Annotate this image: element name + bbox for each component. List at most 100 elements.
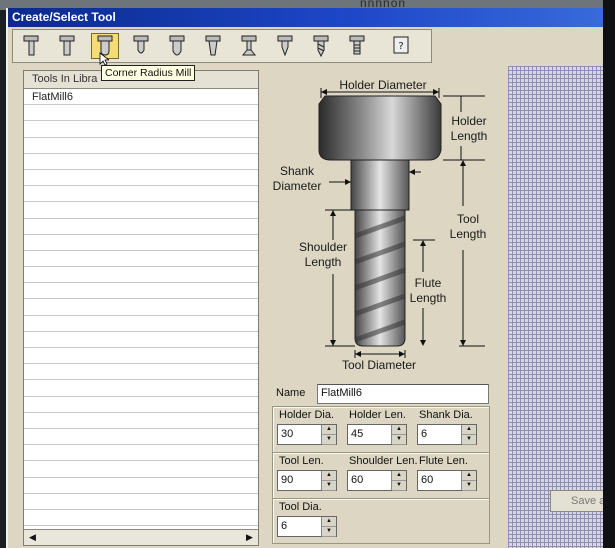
holder-len-label: Holder Len. [349, 409, 406, 421]
shoulder-len-label: Shoulder Len. [349, 455, 418, 467]
custom-tool-button[interactable]: ? [387, 33, 415, 59]
spin-up-icon[interactable]: ▲ [322, 425, 336, 435]
tool-dia-stepper[interactable]: ▲ ▼ [321, 517, 336, 537]
tool-type-toolbar: ? [12, 29, 432, 63]
library-row-empty [24, 397, 258, 413]
tool-dia-label: Tool Dia. [279, 501, 322, 513]
engraving-tool-button[interactable] [271, 33, 299, 59]
library-row-empty [24, 105, 258, 122]
library-row-empty [24, 283, 258, 300]
tool-dimension-diagram: Holder Diameter Holder Length Shank Diam… [263, 68, 503, 378]
spin-down-icon[interactable]: ▼ [392, 481, 406, 491]
shank-diameter-label: Shank Diameter [272, 164, 322, 193]
drill-icon [313, 35, 329, 57]
library-horizontal-scrollbar[interactable]: ◀ ▶ [24, 529, 258, 545]
spin-down-icon[interactable]: ▼ [462, 481, 476, 491]
name-label: Name [276, 387, 306, 399]
library-row-empty [24, 461, 258, 478]
scroll-right-icon[interactable]: ▶ [243, 531, 256, 543]
library-row-empty [24, 219, 258, 235]
library-row-empty [24, 154, 258, 170]
tool-name-input[interactable]: FlatMill6 [317, 384, 489, 404]
library-row-empty [24, 413, 258, 429]
taper-mill-icon [205, 35, 221, 56]
custom-tool-icon: ? [393, 36, 409, 54]
flute-len-stepper[interactable]: ▲ ▼ [461, 471, 476, 491]
tool-dia-spinner[interactable]: 6 ▲ ▼ [277, 516, 337, 537]
shank-dia-spinner[interactable]: 6 ▲ ▼ [417, 424, 477, 445]
dialog-title[interactable]: Create/Select Tool [8, 8, 615, 27]
tool-length-label: Tool Length [449, 212, 487, 241]
holder-dia-label: Holder Dia. [279, 409, 335, 421]
library-row-empty [24, 380, 258, 397]
ball-mill-button[interactable] [127, 33, 155, 59]
library-row-empty [24, 121, 258, 138]
library-row-empty [24, 235, 258, 251]
flute-len-spinner[interactable]: 60 ▲ ▼ [417, 470, 477, 491]
engraving-tool-icon [277, 35, 293, 57]
spin-down-icon[interactable]: ▼ [462, 435, 476, 445]
tool-len-label: Tool Len. [279, 455, 324, 467]
shoulder-len-value: 60 [351, 474, 364, 486]
spin-up-icon[interactable]: ▲ [462, 425, 476, 435]
shoulder-len-spinner[interactable]: 60 ▲ ▼ [347, 470, 407, 491]
tool-library-list[interactable]: Tools In Libra FlatMill6 ◀ ▶ [23, 70, 259, 546]
flute-len-label: Flute Len. [419, 455, 468, 467]
library-row-empty [24, 332, 258, 348]
library-row-empty [24, 364, 258, 381]
bull-mill-button[interactable] [163, 33, 191, 59]
shoulder-len-stepper[interactable]: ▲ ▼ [391, 471, 406, 491]
flat-mill-2-icon [59, 35, 75, 56]
shank-dia-label: Shank Dia. [419, 409, 473, 421]
holder-length-label: Holder Length [450, 114, 488, 143]
screen-edge [603, 0, 615, 548]
holder-dia-stepper[interactable]: ▲ ▼ [321, 425, 336, 445]
holder-len-spinner[interactable]: 45 ▲ ▼ [347, 424, 407, 445]
spin-up-icon[interactable]: ▲ [392, 425, 406, 435]
spin-down-icon[interactable]: ▼ [322, 527, 336, 537]
library-row-empty [24, 348, 258, 365]
spin-up-icon[interactable]: ▲ [392, 471, 406, 481]
scroll-left-icon[interactable]: ◀ [26, 531, 39, 543]
holder-len-value: 45 [351, 428, 364, 440]
shank-dia-stepper[interactable]: ▲ ▼ [461, 425, 476, 445]
flat-mill-2-button[interactable] [53, 33, 81, 59]
svg-text:?: ? [398, 41, 403, 52]
create-select-tool-dialog: Create/Select Tool ? Corner Radius Mill … [6, 8, 615, 548]
library-row-empty [24, 478, 258, 494]
spin-down-icon[interactable]: ▼ [392, 435, 406, 445]
library-row-empty [24, 170, 258, 187]
spin-down-icon[interactable]: ▼ [322, 481, 336, 491]
ball-mill-icon [133, 35, 149, 54]
shank-dia-value: 6 [421, 428, 428, 440]
flute-length-label: Flute Length [409, 276, 447, 305]
tool-diameter-label: Tool Diameter [341, 358, 417, 372]
holder-dia-spinner[interactable]: 30 ▲ ▼ [277, 424, 337, 445]
library-item[interactable]: FlatMill6 [24, 89, 258, 106]
library-row-empty [24, 429, 258, 446]
library-row-empty [24, 202, 258, 219]
tool-len-stepper[interactable]: ▲ ▼ [321, 471, 336, 491]
spin-up-icon[interactable]: ▲ [322, 517, 336, 527]
tool-len-value: 90 [281, 474, 294, 486]
flat-mill-button[interactable] [17, 33, 45, 59]
library-row-empty [24, 316, 258, 332]
library-row-empty [24, 251, 258, 268]
library-row-empty [24, 138, 258, 154]
holder-len-stepper[interactable]: ▲ ▼ [391, 425, 406, 445]
taper-mill-button[interactable] [199, 33, 227, 59]
library-rows: FlatMill6 [24, 89, 258, 527]
library-row-empty [24, 510, 258, 527]
spin-down-icon[interactable]: ▼ [322, 435, 336, 445]
spin-up-icon[interactable]: ▲ [462, 471, 476, 481]
drill-button[interactable] [307, 33, 335, 59]
dovetail-mill-button[interactable] [235, 33, 263, 59]
toolbar-tooltip: Corner Radius Mill [101, 65, 196, 81]
library-row-empty [24, 299, 258, 316]
diameter-params-group: Tool Dia. 6 ▲ ▼ [272, 498, 490, 544]
tap-button[interactable] [343, 33, 371, 59]
tool-len-spinner[interactable]: 90 ▲ ▼ [277, 470, 337, 491]
length-params-group: Tool Len. 90 ▲ ▼ Shoulder Len. 60 ▲ ▼ Flut… [272, 452, 490, 500]
holder-dia-value: 30 [281, 428, 294, 440]
spin-up-icon[interactable]: ▲ [322, 471, 336, 481]
